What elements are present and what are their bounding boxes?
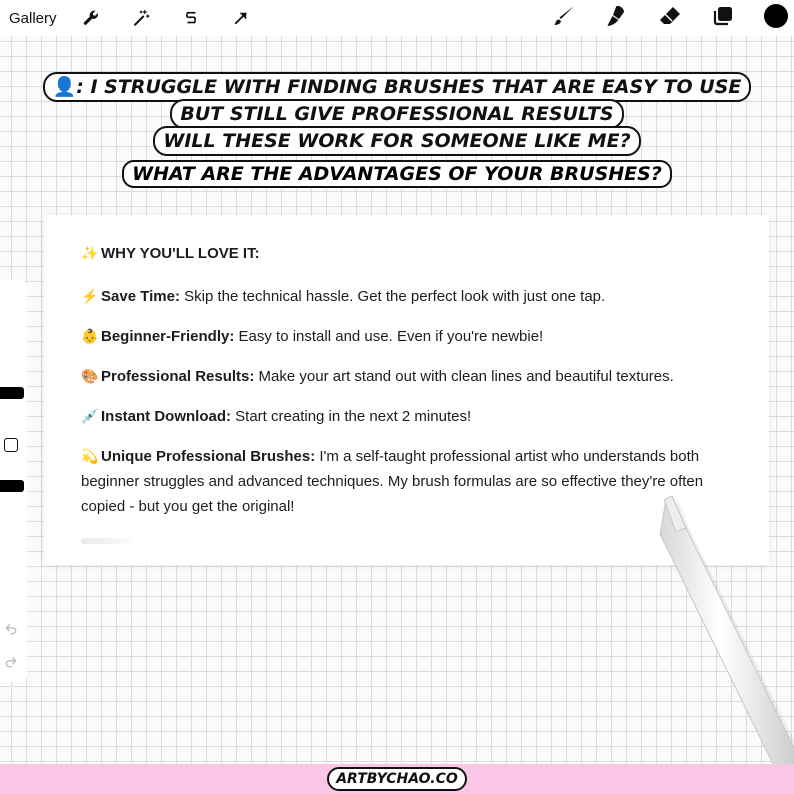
- question-text: WHAT ARE THE ADVANTAGES OF YOUR BRUSHES?: [122, 160, 672, 188]
- headline: 👤: I STRUGGLE WITH FINDING BRUSHES THAT …: [0, 72, 794, 156]
- baby-icon: 👶: [81, 328, 99, 344]
- feature-item: 🎨 Professional Results: Make your art sta…: [81, 364, 733, 389]
- selection-icon[interactable]: [179, 6, 203, 30]
- lightning-icon: ⚡: [81, 288, 99, 304]
- opacity-slider-handle[interactable]: [0, 480, 24, 492]
- redo-icon[interactable]: [4, 655, 20, 671]
- magic-wand-icon[interactable]: [129, 6, 153, 30]
- gallery-button[interactable]: Gallery: [9, 10, 57, 27]
- eraser-icon[interactable]: [658, 4, 682, 28]
- feature-item: ⚡ Save Time: Skip the technical hassle. G…: [81, 284, 733, 309]
- feature-label: Unique Professional Brushes:: [101, 448, 316, 465]
- feature-text: Skip the technical hassle. Get the perfe…: [179, 288, 606, 305]
- feature-label: Save Time:: [101, 288, 180, 305]
- dizzy-icon: 💫: [81, 448, 99, 464]
- sparkles-icon: ✨: [81, 245, 99, 261]
- syringe-icon: 💉: [81, 408, 99, 424]
- feature-label: Beginner-Friendly:: [101, 328, 235, 345]
- question-headline: WHAT ARE THE ADVANTAGES OF YOUR BRUSHES?: [0, 160, 794, 188]
- headline-line-2: BUT STILL GIVE PROFESSIONAL RESULTS: [170, 99, 624, 129]
- feature-text: Make your art stand out with clean lines…: [254, 368, 674, 385]
- palette-icon: 🎨: [81, 368, 99, 384]
- brush-icon[interactable]: [552, 4, 576, 28]
- content-card: ✨ WHY YOU'LL LOVE IT: ⚡ Save Time: Skip th…: [44, 215, 769, 565]
- feature-item: 💉 Instant Download: Start creating in the…: [81, 404, 733, 429]
- brand-label: ARTBYCHAO.CO: [327, 767, 467, 791]
- brush-size-slider-handle[interactable]: [0, 387, 24, 399]
- undo-icon[interactable]: [4, 622, 20, 638]
- headline-line-1: 👤: I STRUGGLE WITH FINDING BRUSHES THAT …: [42, 72, 752, 102]
- feature-text: Start creating in the next 2 minutes!: [231, 408, 472, 425]
- feature-label: Instant Download:: [101, 408, 231, 425]
- modify-button[interactable]: [4, 438, 18, 452]
- feature-label: Professional Results:: [101, 368, 255, 385]
- faded-text-fragment: [81, 538, 131, 544]
- card-title: ✨ WHY YOU'LL LOVE IT:: [81, 245, 260, 262]
- top-toolbar: Gallery: [0, 0, 794, 36]
- feature-text: Easy to install and use. Even if you're …: [234, 328, 544, 345]
- color-picker[interactable]: [764, 4, 788, 28]
- person-icon: 👤: [52, 76, 77, 98]
- wrench-icon[interactable]: [79, 6, 103, 30]
- feature-item: 💫 Unique Professional Brushes: I'm a self…: [81, 444, 733, 519]
- feature-item: 👶 Beginner-Friendly: Easy to install and …: [81, 324, 733, 349]
- headline-line-3: WILL THESE WORK FOR SOMEONE LIKE ME?: [153, 126, 641, 156]
- side-panel: [0, 280, 27, 682]
- transform-arrow-icon[interactable]: [229, 6, 253, 30]
- footer-bar: ARTBYCHAO.CO: [0, 764, 794, 794]
- smudge-icon[interactable]: [605, 4, 629, 28]
- current-color-swatch: [764, 4, 788, 28]
- layers-icon[interactable]: [711, 4, 735, 28]
